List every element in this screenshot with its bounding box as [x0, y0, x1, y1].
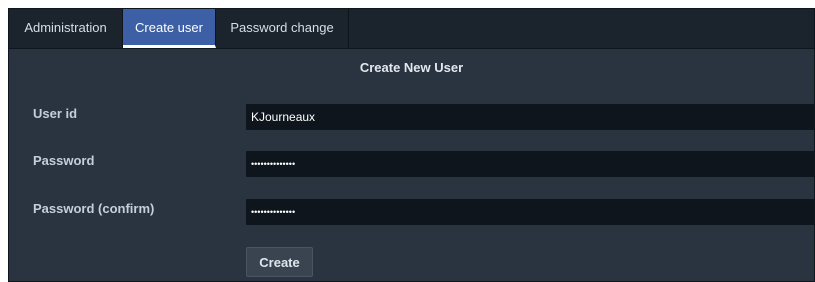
- tab-create-user[interactable]: Create user: [123, 9, 216, 48]
- password-input[interactable]: [246, 151, 814, 177]
- create-button[interactable]: Create: [246, 247, 313, 277]
- user-id-input[interactable]: [246, 104, 814, 130]
- tab-administration[interactable]: Administration: [9, 9, 123, 48]
- form-title: Create New User: [359, 60, 464, 75]
- user-id-label: User id: [33, 106, 78, 121]
- create-user-panel: Administration Create user Password chan…: [8, 8, 815, 282]
- password-label: Password: [33, 153, 95, 168]
- password-confirm-label: Password (confirm): [33, 201, 155, 216]
- tab-password-change[interactable]: Password change: [216, 9, 349, 48]
- password-confirm-input[interactable]: [246, 199, 814, 225]
- tab-bar: Administration Create user Password chan…: [9, 9, 814, 49]
